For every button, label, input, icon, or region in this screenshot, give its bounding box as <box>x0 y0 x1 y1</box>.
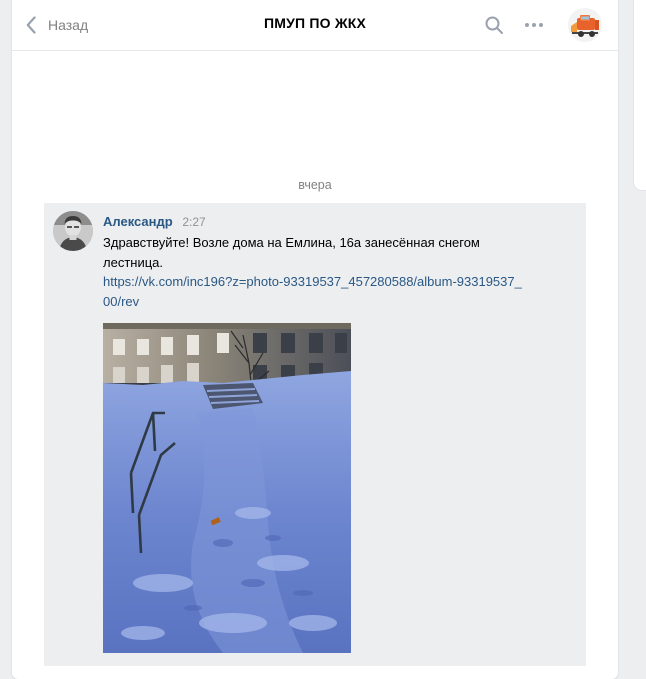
search-icon[interactable] <box>484 15 504 35</box>
attached-photo[interactable] <box>103 323 351 653</box>
author-avatar[interactable] <box>53 211 93 251</box>
message-item: Александр 2:27 Здравствуйте! Возле дома … <box>44 203 586 666</box>
group-avatar[interactable] <box>568 8 602 42</box>
user-photo-icon <box>53 211 93 251</box>
chat-header: Назад ПМУП ПО ЖКХ <box>12 0 618 51</box>
more-dots-icon[interactable] <box>523 17 545 33</box>
message-meta: Александр 2:27 <box>103 214 206 229</box>
message-text: Здравствуйте! Возле дома на Емлина, 16а … <box>103 235 480 270</box>
message-link[interactable]: https://vk.com/inc196?z=photo-93319537_4… <box>103 272 523 311</box>
message-time: 2:27 <box>182 215 206 229</box>
chat-panel: Назад ПМУП ПО ЖКХ вчера Александр 2:27 З… <box>12 0 618 679</box>
right-panel-edge <box>634 0 646 190</box>
date-separator: вчера <box>298 178 332 192</box>
author-name[interactable]: Александр <box>103 214 173 229</box>
snowy-stairs-photo <box>103 323 351 653</box>
snowplow-truck-icon <box>568 8 602 42</box>
